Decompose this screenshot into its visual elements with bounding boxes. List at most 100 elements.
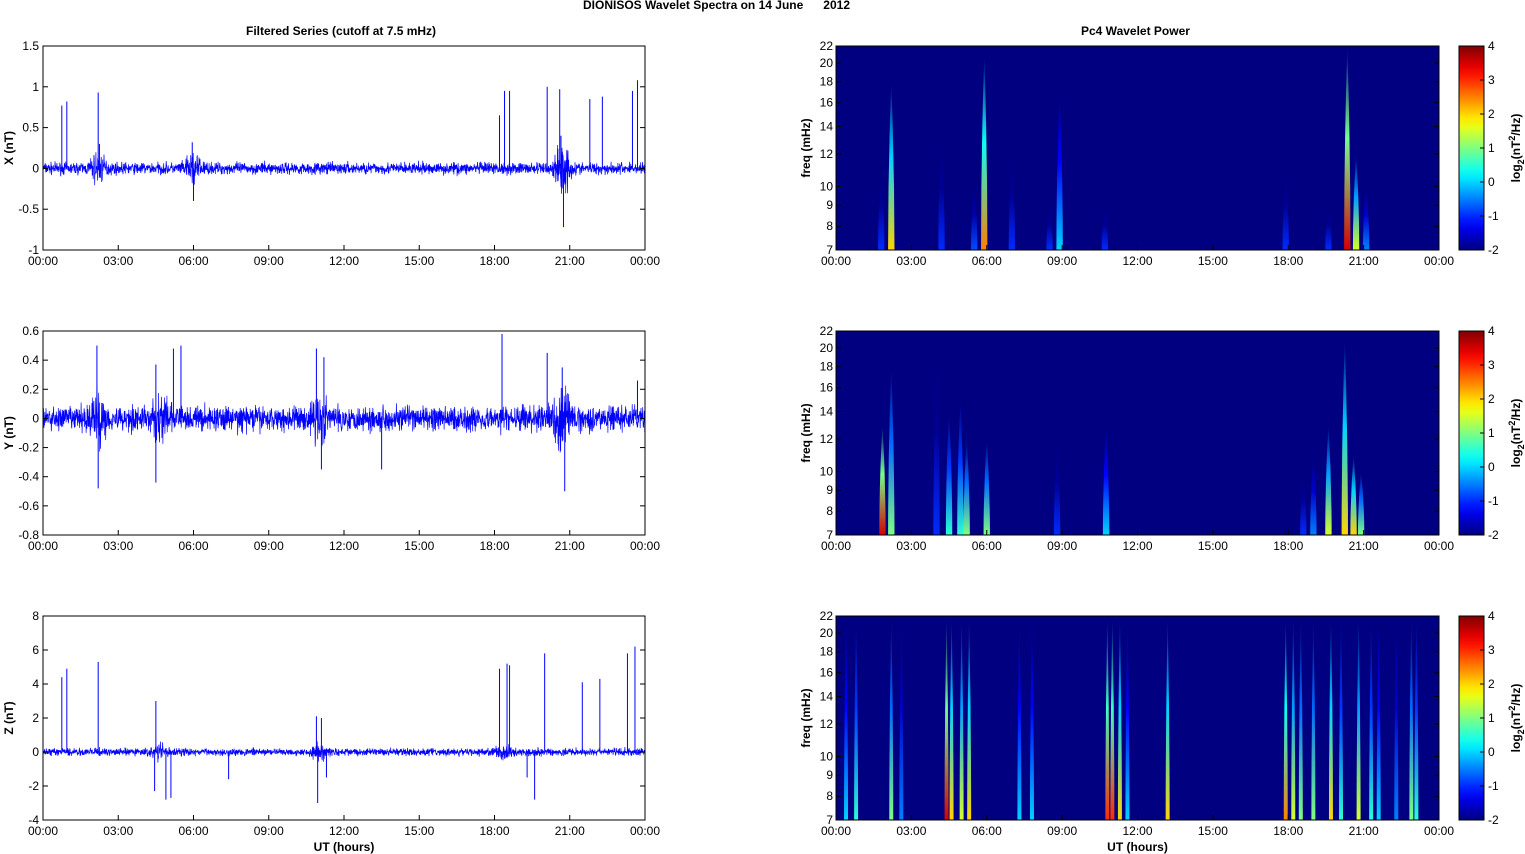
x-tick-label: 00:00 — [28, 824, 58, 838]
x-axis-label: UT (hours) — [1107, 840, 1168, 854]
x-tick-label: 09:00 — [1047, 254, 1077, 268]
heatmap-background — [836, 331, 1439, 535]
x-tick-label: 21:00 — [555, 254, 585, 268]
y-axis-label: Y (nT) — [2, 416, 16, 450]
freq-tick-label: 8 — [826, 504, 833, 518]
colorbar-tick-label: 2 — [1488, 392, 1495, 406]
x-tick-label: 21:00 — [1349, 539, 1379, 553]
x-tick-label: 00:00 — [28, 539, 58, 553]
x-tick-label: 00:00 — [1424, 254, 1454, 268]
freq-axis-label: freq (mHz) — [799, 688, 813, 747]
x-tick-label: 09:00 — [1047, 539, 1077, 553]
colorbar-label-part: log — [1509, 734, 1523, 752]
x-tick-label: 12:00 — [329, 254, 359, 268]
x-tick-label: 15:00 — [1198, 254, 1228, 268]
freq-tick-label: 16 — [820, 96, 834, 110]
figure: DIONISOS Wavelet Spectra on 14 June 2012… — [0, 0, 1525, 854]
x-tick-label: 12:00 — [329, 539, 359, 553]
colorbar-tick-label: -2 — [1488, 528, 1499, 542]
colorbar-tick-label: 3 — [1488, 643, 1495, 657]
colorbar-label: log2(nT2/Hz) — [1507, 684, 1525, 753]
y-tick-label: 8 — [32, 609, 39, 623]
x-tick-label: 03:00 — [103, 539, 133, 553]
x-tick-label: 06:00 — [178, 539, 208, 553]
colorbar-label-part: (nT — [1509, 425, 1523, 444]
freq-tick-label: 20 — [820, 341, 834, 355]
freq-tick-label: 9 — [826, 483, 833, 497]
x-tick-label: 21:00 — [555, 539, 585, 553]
x-axis-label: UT (hours) — [314, 840, 375, 854]
colorbar-tick-label: -1 — [1488, 494, 1499, 508]
x-tick-label: 00:00 — [821, 254, 851, 268]
x-tick-label: 21:00 — [1349, 254, 1379, 268]
x-tick-label: 18:00 — [1273, 254, 1303, 268]
y-tick-label: 0 — [32, 411, 39, 425]
x-tick-label: 18:00 — [479, 824, 509, 838]
freq-tick-label: 14 — [820, 120, 834, 134]
x-tick-label: 21:00 — [555, 824, 585, 838]
axes-frame — [42, 615, 646, 821]
colorbar-tick-label: 4 — [1488, 609, 1495, 623]
series-line-y — [42, 384, 646, 453]
x-tick-label: 15:00 — [1198, 539, 1228, 553]
x-tick-label: 06:00 — [178, 254, 208, 268]
freq-tick-label: 8 — [826, 789, 833, 803]
y-tick-label: -2 — [28, 779, 39, 793]
x-tick-label: 12:00 — [329, 824, 359, 838]
colorbar-label-part: /Hz) — [1509, 399, 1523, 421]
x-tick-label: 06:00 — [972, 824, 1002, 838]
colorbar-label-part: log — [1509, 449, 1523, 467]
y-tick-label: 2 — [32, 711, 39, 725]
plots-canvas: 1.5 1 0.5 0 -0.5 -1 00:00 03:00 06:00 09:00 12:00 1… — [2, 39, 1525, 854]
x-tick-label: 00:00 — [630, 254, 660, 268]
x-tick-label: 06:00 — [972, 254, 1002, 268]
freq-tick-label: 12 — [820, 147, 834, 161]
freq-tick-label: 20 — [820, 626, 834, 640]
freq-tick-label: 8 — [826, 219, 833, 233]
y-tick-label: 0.5 — [22, 121, 39, 135]
y-tick-label: -0.5 — [18, 202, 39, 216]
freq-tick-label: 22 — [820, 324, 834, 338]
colorbar-tick-label: 0 — [1488, 745, 1495, 759]
series-line-z — [42, 741, 646, 763]
x-tick-label: 03:00 — [896, 824, 926, 838]
x-tick-label: 06:00 — [178, 824, 208, 838]
freq-tick-label: 12 — [820, 432, 834, 446]
freq-tick-label: 10 — [820, 749, 834, 763]
colorbar-tick-label: 4 — [1488, 324, 1495, 338]
colorbar-tick-label: 0 — [1488, 460, 1495, 474]
x-tick-label: 21:00 — [1349, 824, 1379, 838]
freq-tick-label: 10 — [820, 179, 834, 193]
colorbar-tick-label: 2 — [1488, 107, 1495, 121]
x-tick-label: 18:00 — [479, 539, 509, 553]
y-axis-label: Z (nT) — [2, 701, 16, 734]
x-tick-label: 09:00 — [1047, 824, 1077, 838]
y-tick-label: 0 — [32, 745, 39, 759]
x-tick-label: 12:00 — [1122, 824, 1152, 838]
axes-frame — [42, 45, 646, 251]
y-tick-label: -0.4 — [18, 470, 39, 484]
y-tick-label: -0.2 — [18, 441, 39, 455]
colorbar-label-part: (nT — [1509, 710, 1523, 729]
freq-tick-label: 14 — [820, 405, 834, 419]
y-tick-label: 0.6 — [22, 324, 39, 338]
x-tick-label: 00:00 — [1424, 824, 1454, 838]
colorbar-label-part: log — [1509, 164, 1523, 182]
x-tick-label: 15:00 — [404, 539, 434, 553]
freq-axis-label: freq (mHz) — [799, 403, 813, 462]
freq-tick-label: 18 — [820, 645, 834, 659]
colorbar-label-part: /Hz) — [1509, 114, 1523, 136]
freq-tick-label: 10 — [820, 464, 834, 478]
x-tick-label: 00:00 — [630, 539, 660, 553]
x-tick-label: 18:00 — [1273, 539, 1303, 553]
freq-tick-label: 20 — [820, 56, 834, 70]
y-tick-label: 4 — [32, 677, 39, 691]
y-tick-label: 1 — [32, 80, 39, 94]
x-tick-label: 12:00 — [1122, 539, 1152, 553]
freq-tick-label: 22 — [820, 39, 834, 53]
colorbar-label-part: /Hz) — [1509, 684, 1523, 706]
freq-tick-label: 14 — [820, 690, 834, 704]
colorbar-tick-label: -2 — [1488, 243, 1499, 257]
colorbar-tick-label: 0 — [1488, 175, 1495, 189]
x-tick-label: 15:00 — [404, 824, 434, 838]
